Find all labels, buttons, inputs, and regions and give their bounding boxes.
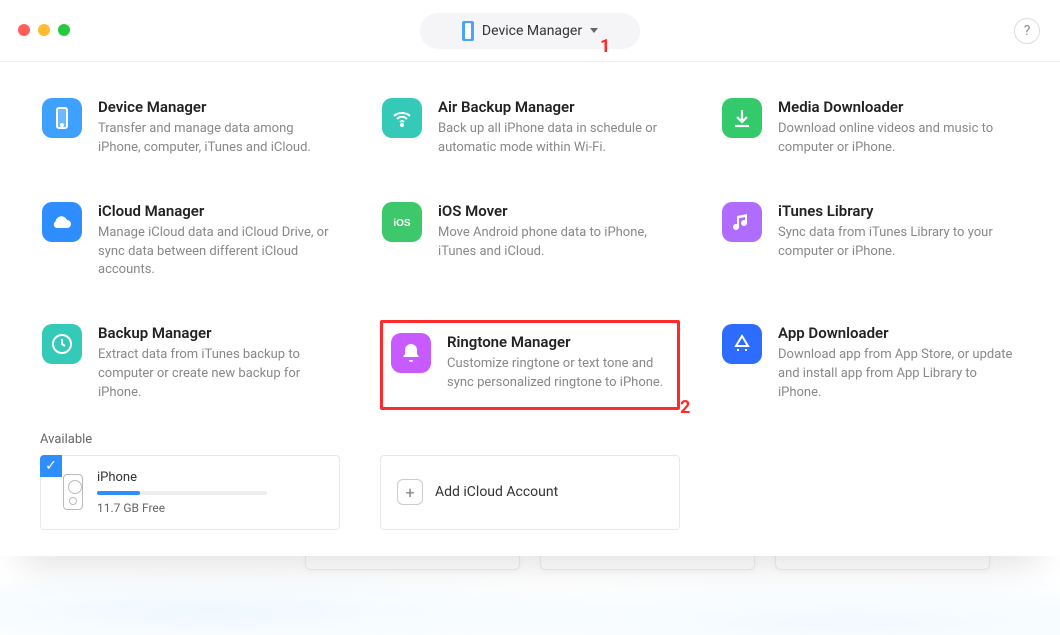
feature-itunes-library[interactable]: iTunes Library Sync data from iTunes Lib… <box>720 198 1020 285</box>
available-label: Available <box>40 432 1020 447</box>
window-controls <box>18 24 70 36</box>
feature-icloud-manager[interactable]: iCloud Manager Manage iCloud data and iC… <box>40 198 340 285</box>
feature-title: Device Manager <box>98 98 338 116</box>
feature-grid: Device Manager Transfer and manage data … <box>40 94 1020 410</box>
feature-title: iOS Mover <box>438 202 678 220</box>
feature-desc: Sync data from iTunes Library to your co… <box>778 224 1018 262</box>
close-window-icon[interactable] <box>18 24 30 36</box>
minimize-window-icon[interactable] <box>38 24 50 36</box>
device-info: iPhone 11.7 GB Free <box>97 470 267 515</box>
add-icloud-button[interactable]: + Add iCloud Account <box>380 455 680 530</box>
feature-title: App Downloader <box>778 324 1018 342</box>
feature-backup-manager[interactable]: Backup Manager Extract data from iTunes … <box>40 320 340 410</box>
feature-title: Media Downloader <box>778 98 1018 116</box>
svg-text:iOS: iOS <box>393 218 411 229</box>
help-button[interactable]: ? <box>1014 18 1040 44</box>
add-icloud-label: Add iCloud Account <box>435 484 558 500</box>
feature-title: iTunes Library <box>778 202 1018 220</box>
callout-number-1: 1 <box>600 36 610 57</box>
feature-media-downloader[interactable]: Media Downloader Download online videos … <box>720 94 1020 162</box>
phone-icon <box>462 21 474 41</box>
appstore-icon <box>722 324 762 364</box>
callout-number-2: 2 <box>680 397 690 418</box>
feature-desc: Download app from App Store, or update a… <box>778 346 1018 403</box>
music-icon <box>722 202 762 242</box>
feature-title: iCloud Manager <box>98 202 338 220</box>
plus-icon: + <box>397 479 423 505</box>
feature-title: Backup Manager <box>98 324 338 342</box>
titlebar: Device Manager 1 ? <box>0 0 1060 62</box>
help-icon: ? <box>1024 23 1031 39</box>
storage-bar <box>97 491 267 495</box>
storage-free-label: 11.7 GB Free <box>97 501 267 515</box>
feature-ios-mover[interactable]: iOS iOS Mover Move Android phone data to… <box>380 198 680 285</box>
clock-icon <box>42 324 82 364</box>
wifi-icon <box>382 98 422 138</box>
mode-dropdown-label: Device Manager <box>482 23 582 39</box>
checkmark-icon: ✓ <box>40 455 62 477</box>
feature-desc: Transfer and manage data among iPhone, c… <box>98 120 338 158</box>
feature-desc: Back up all iPhone data in schedule or a… <box>438 120 678 158</box>
feature-desc: Customize ringtone or text tone and sync… <box>447 355 669 393</box>
feature-desc: Manage iCloud data and iCloud Drive, or … <box>98 224 338 281</box>
feature-title: Ringtone Manager <box>447 333 669 351</box>
feature-ringtone-manager[interactable]: Ringtone Manager Customize ringtone or t… <box>380 320 680 410</box>
phone-icon <box>42 98 82 138</box>
ios-icon: iOS <box>382 202 422 242</box>
device-name: iPhone <box>97 470 267 485</box>
feature-desc: Extract data from iTunes backup to compu… <box>98 346 338 403</box>
feature-air-backup[interactable]: Air Backup Manager Back up all iPhone da… <box>380 94 680 162</box>
zoom-window-icon[interactable] <box>58 24 70 36</box>
dropdown-panel: Device Manager Transfer and manage data … <box>0 62 1060 556</box>
download-icon <box>722 98 762 138</box>
chevron-down-icon <box>590 28 598 33</box>
bell-icon <box>391 333 431 373</box>
feature-desc: Move Android phone data to iPhone, iTune… <box>438 224 678 262</box>
device-phone-icon <box>63 474 83 510</box>
feature-desc: Download online videos and music to comp… <box>778 120 1018 158</box>
cloud-icon <box>42 202 82 242</box>
device-card-iphone[interactable]: ✓ iPhone 11.7 GB Free <box>40 455 340 530</box>
feature-app-downloader[interactable]: App Downloader Download app from App Sto… <box>720 320 1020 410</box>
feature-device-manager[interactable]: Device Manager Transfer and manage data … <box>40 94 340 162</box>
device-row: ✓ iPhone 11.7 GB Free + Add iCloud Accou… <box>40 455 1020 530</box>
feature-title: Air Backup Manager <box>438 98 678 116</box>
